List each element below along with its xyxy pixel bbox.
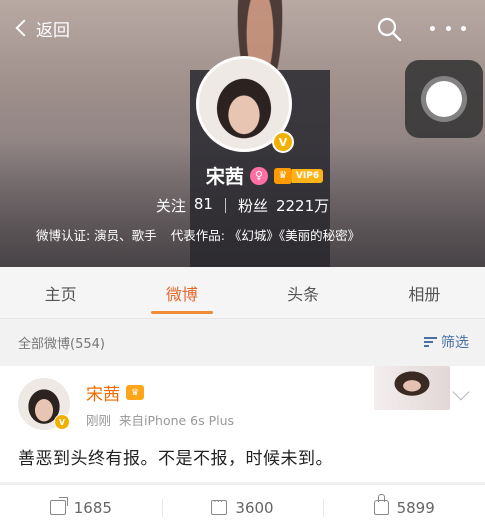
post-author[interactable]: 宋茜 ♛ xyxy=(86,380,144,405)
profile-name-row: 宋茜 ♀ ♛ VIP6 xyxy=(0,162,485,189)
filter-bar: 全部微博(554) 筛选 xyxy=(0,320,485,364)
verification-info: 微博认证: 演员、歌手 代表作品: 《幻城》《美丽的秘密》 xyxy=(36,225,360,244)
back-label: 返回 xyxy=(36,20,70,41)
filter-label: 筛选 xyxy=(441,335,469,351)
verified-badge-icon: V xyxy=(54,414,70,430)
tab-weibo[interactable]: 微博 xyxy=(121,267,242,318)
back-button[interactable]: 返回 xyxy=(14,15,70,41)
profile-name: 宋茜 xyxy=(205,166,244,188)
crown-icon: ♛ xyxy=(273,167,292,184)
like-count: 5899 xyxy=(396,498,435,517)
followers-stat[interactable]: 粉丝 2221万 xyxy=(238,195,329,216)
filter-icon xyxy=(424,337,437,347)
post-card: V 宋茜 ♛ 刚刚 来自iPhone 6s Plus 善恶到头终有报。不是不报，… xyxy=(0,366,485,482)
tab-headlines[interactable]: 头条 xyxy=(243,267,364,318)
chevron-down-icon[interactable] xyxy=(452,383,470,401)
following-stat[interactable]: 关注 81 xyxy=(156,195,213,216)
like-button[interactable]: 5899 xyxy=(323,485,485,530)
tab-home[interactable]: 主页 xyxy=(0,267,121,318)
crown-icon: ♛ xyxy=(126,385,144,400)
vip-badge[interactable]: ♛ VIP6 xyxy=(273,167,324,184)
vip-level: VIP6 xyxy=(291,168,324,183)
filter-button[interactable]: 筛选 xyxy=(424,332,469,352)
assistive-touch-icon[interactable] xyxy=(405,60,483,138)
post-text[interactable]: 善恶到头终有报。不是不报，时候未到。 xyxy=(18,444,333,469)
stats-divider xyxy=(224,198,226,213)
female-icon: ♀ xyxy=(249,166,268,185)
post-source: 来自iPhone 6s Plus xyxy=(119,413,235,428)
verified-badge-icon: V xyxy=(272,131,294,153)
post-actions: 1685 3600 5899 xyxy=(0,484,485,530)
post-time: 刚刚 xyxy=(86,413,112,428)
search-icon[interactable] xyxy=(376,16,402,42)
profile-tabs: 主页 微博 头条 相册 xyxy=(0,267,485,319)
repost-count: 1685 xyxy=(73,498,112,517)
post-card-decoration[interactable] xyxy=(374,366,450,410)
comment-icon xyxy=(211,497,228,515)
thumbs-up-icon xyxy=(373,494,389,515)
comment-count: 3600 xyxy=(235,498,274,517)
comment-button[interactable]: 3600 xyxy=(161,485,324,530)
verification-text: 微博认证: 演员、歌手 xyxy=(36,228,157,243)
tab-album[interactable]: 相册 xyxy=(364,267,485,318)
repost-button[interactable]: 1685 xyxy=(0,485,162,530)
repost-icon xyxy=(49,497,68,515)
profile-header: 返回 V 宋茜 ♀ ♛ VIP6 关注 81 粉丝 2221万 微博认证: 演员… xyxy=(0,0,485,267)
all-posts-count[interactable]: 全部微博(554) xyxy=(18,333,105,352)
profile-stats: 关注 81 粉丝 2221万 xyxy=(0,195,485,216)
works-text[interactable]: 代表作品: 《幻城》《美丽的秘密》 xyxy=(171,225,360,244)
chevron-left-icon xyxy=(15,19,33,37)
post-meta: 刚刚 来自iPhone 6s Plus xyxy=(86,410,234,429)
more-icon[interactable] xyxy=(430,18,466,38)
